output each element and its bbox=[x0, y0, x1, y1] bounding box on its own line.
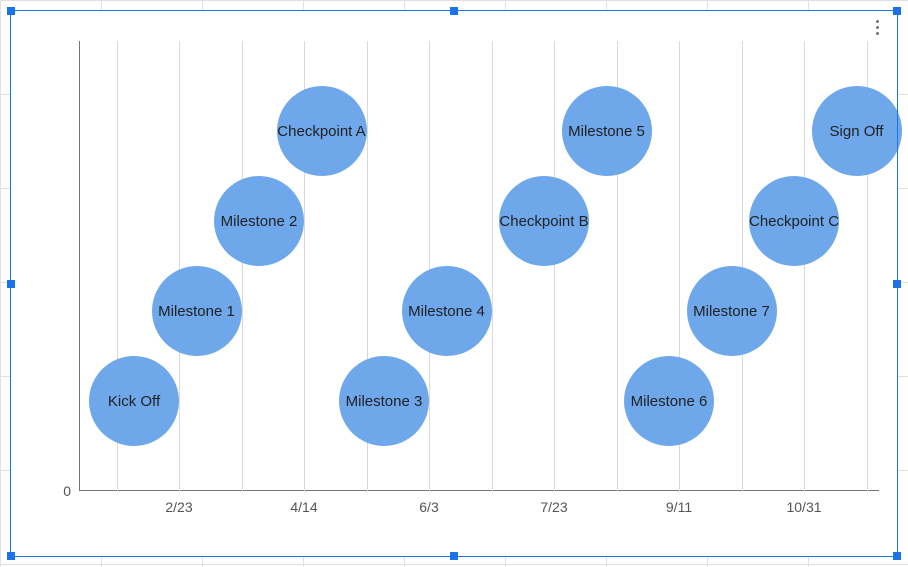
bubble-label: Checkpoint B bbox=[499, 213, 588, 230]
bubble[interactable]: Checkpoint A bbox=[277, 86, 367, 176]
y-axis-line bbox=[79, 41, 80, 491]
y-tick-0: 0 bbox=[63, 483, 79, 499]
chart-menu-button[interactable] bbox=[867, 17, 887, 37]
bubble-label: Milestone 1 bbox=[158, 303, 235, 320]
bubble[interactable]: Milestone 1 bbox=[152, 266, 242, 356]
x-tick-label: 7/23 bbox=[540, 491, 567, 515]
bubble-label: Milestone 5 bbox=[568, 123, 645, 140]
x-tick-label: 2/23 bbox=[165, 491, 192, 515]
gridline bbox=[554, 41, 555, 491]
x-tick-label: 10/31 bbox=[786, 491, 821, 515]
bubble-label: Milestone 2 bbox=[221, 213, 298, 230]
bubble[interactable]: Milestone 2 bbox=[214, 176, 304, 266]
bubble-label: Checkpoint A bbox=[277, 123, 365, 140]
bubble[interactable]: Milestone 7 bbox=[687, 266, 777, 356]
gridline bbox=[179, 41, 180, 491]
bubble[interactable]: Checkpoint C bbox=[749, 176, 839, 266]
bubble[interactable]: Milestone 5 bbox=[562, 86, 652, 176]
bubble-label: Milestone 4 bbox=[408, 303, 485, 320]
gridline bbox=[804, 41, 805, 491]
bubble-label: Sign Off bbox=[830, 123, 884, 140]
bubble[interactable]: Milestone 4 bbox=[402, 266, 492, 356]
bubble-label: Milestone 6 bbox=[631, 393, 708, 410]
bubble-label: Milestone 7 bbox=[693, 303, 770, 320]
bubble-label: Milestone 3 bbox=[346, 393, 423, 410]
bubble[interactable]: Checkpoint B bbox=[499, 176, 589, 266]
x-tick-label: 4/14 bbox=[290, 491, 317, 515]
more-vertical-icon bbox=[876, 18, 879, 36]
gridline bbox=[742, 41, 743, 491]
x-axis-line bbox=[79, 490, 879, 491]
bubble-label: Kick Off bbox=[108, 393, 160, 410]
chart-object[interactable]: 0 2/23 4/14 6/3 7/23 9/11 10/31 Kick Off Milest… bbox=[10, 10, 898, 557]
gridline bbox=[429, 41, 430, 491]
gridline bbox=[242, 41, 243, 491]
bubble[interactable]: Kick Off bbox=[89, 356, 179, 446]
plot-area: 0 2/234/146/37/239/1110/31Kick OffMilest… bbox=[79, 41, 879, 491]
bubble-label: Checkpoint C bbox=[749, 213, 839, 230]
gridline bbox=[492, 41, 493, 491]
bubble[interactable]: Sign Off bbox=[812, 86, 902, 176]
x-tick-label: 9/11 bbox=[666, 491, 692, 515]
bubble[interactable]: Milestone 6 bbox=[624, 356, 714, 446]
x-tick-label: 6/3 bbox=[419, 491, 438, 515]
bubble[interactable]: Milestone 3 bbox=[339, 356, 429, 446]
